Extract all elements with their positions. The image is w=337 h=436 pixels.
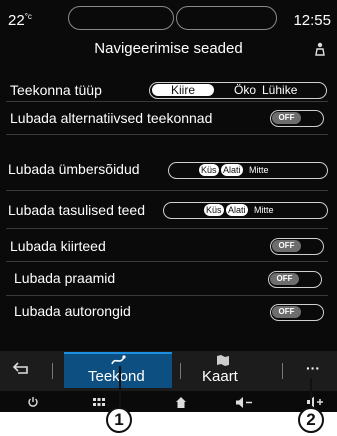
status-pill-left[interactable] xyxy=(68,6,174,30)
tab-separator xyxy=(52,363,53,379)
toggle-state: OFF xyxy=(272,306,301,318)
detours-label: Lubada ümbersõidud xyxy=(8,161,140,177)
more-options-button[interactable]: ··· xyxy=(306,360,320,376)
divider xyxy=(6,101,328,102)
map-icon xyxy=(217,355,229,366)
user-profile-icon[interactable] xyxy=(315,42,325,56)
navigation-settings-screen: 22°c 12:55 Navigeerimise seaded Teekonna… xyxy=(0,0,337,412)
divider xyxy=(6,190,328,191)
route-option-fast[interactable]: Kiire xyxy=(152,84,214,96)
toll-option-never[interactable]: Mitte xyxy=(252,204,276,216)
route-option-eco[interactable]: Öko xyxy=(234,83,256,97)
tab-map-label[interactable]: Kaart xyxy=(202,368,238,385)
callout-leader-2 xyxy=(310,378,312,410)
power-icon[interactable] xyxy=(27,396,39,408)
toggle-state: OFF xyxy=(272,240,301,252)
temperature-readout: 22°c xyxy=(8,12,32,29)
divider xyxy=(6,261,328,262)
toggle-state: OFF xyxy=(272,112,301,124)
car-trains-label: Lubada autorongid xyxy=(14,303,131,319)
divider xyxy=(6,228,328,229)
detours-option-never[interactable]: Mitte xyxy=(247,164,271,176)
toggle-state: OFF xyxy=(270,273,299,285)
tab-separator xyxy=(282,363,283,379)
alt-routes-toggle[interactable]: OFF xyxy=(270,110,324,127)
callout-2: 2 xyxy=(298,407,324,433)
detours-selector[interactable]: Küs Alati Mitte xyxy=(168,162,328,179)
back-arrow-icon[interactable] xyxy=(12,361,30,375)
route-option-short[interactable]: Lühike xyxy=(262,83,297,97)
highways-label: Lubada kiirteed xyxy=(10,238,106,254)
car-trains-toggle[interactable]: OFF xyxy=(270,304,324,321)
callout-1: 1 xyxy=(106,407,132,433)
system-bar xyxy=(0,391,337,412)
tab-route-label: Teekond xyxy=(88,368,145,385)
toll-option-ask[interactable]: Küs xyxy=(204,204,224,216)
ferries-toggle[interactable]: OFF xyxy=(268,271,322,288)
route-type-selector[interactable]: Kiire Öko Lühike xyxy=(149,82,327,99)
clock: 12:55 xyxy=(293,12,331,29)
ferries-label: Lubada praamid xyxy=(14,270,116,286)
status-pill-right[interactable] xyxy=(176,6,277,30)
divider xyxy=(6,134,328,135)
page-title: Navigeerimise seaded xyxy=(94,40,243,57)
tab-separator xyxy=(180,363,181,379)
home-icon[interactable] xyxy=(176,397,186,408)
callout-leader-1 xyxy=(119,366,121,410)
apps-grid-icon[interactable] xyxy=(93,398,105,408)
volume-down-icon[interactable] xyxy=(236,397,254,408)
toll-roads-selector[interactable]: Küs Alati Mitte xyxy=(163,202,328,219)
route-icon xyxy=(111,355,126,365)
highways-toggle[interactable]: OFF xyxy=(270,238,324,255)
route-type-label: Teekonna tüüp xyxy=(10,82,102,98)
detours-option-always[interactable]: Alati xyxy=(221,164,243,176)
detours-option-ask[interactable]: Küs xyxy=(199,164,219,176)
alt-routes-label: Lubada alternatiivsed teekonnad xyxy=(10,110,213,126)
toll-roads-label: Lubada tasulised teed xyxy=(8,202,145,218)
divider xyxy=(6,295,328,296)
toll-option-always[interactable]: Alati xyxy=(226,204,248,216)
